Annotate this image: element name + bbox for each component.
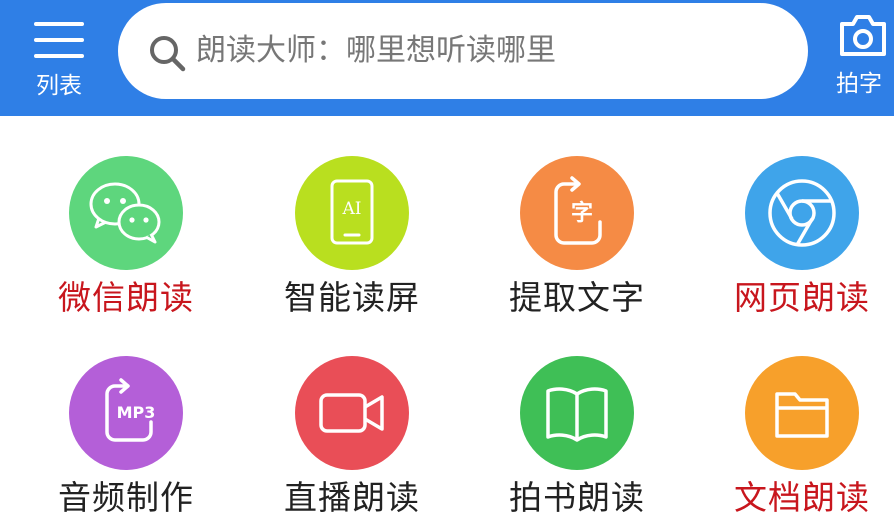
feature-live-read[interactable]: 直播朗读 xyxy=(252,356,452,526)
feature-label: 智能读屏 xyxy=(284,278,420,317)
feature-label: 网页朗读 xyxy=(734,278,870,317)
feature-photo-book-read[interactable]: 拍书朗读 xyxy=(477,356,677,526)
feature-icon-circle: 字 xyxy=(520,156,634,270)
svg-text:字: 字 xyxy=(571,200,593,226)
svg-text:AI: AI xyxy=(342,199,362,219)
feature-icon-circle: AI xyxy=(295,156,409,270)
wechat-icon xyxy=(89,182,161,244)
ai-phone-icon: AI xyxy=(330,179,374,245)
feature-icon-circle xyxy=(745,156,859,270)
feature-label: 提取文字 xyxy=(509,278,645,317)
hamburger-menu-icon xyxy=(34,22,84,58)
mp3-icon: MP3 xyxy=(105,378,156,442)
feature-label: 文档朗读 xyxy=(734,478,870,517)
open-book-icon xyxy=(546,387,608,442)
feature-label: 直播朗读 xyxy=(284,478,420,517)
feature-label: 拍书朗读 xyxy=(509,478,645,517)
search-placeholder: 朗读大师：哪里想听读哪里 xyxy=(196,33,556,68)
feature-icon-circle: MP3 xyxy=(69,356,183,470)
search-icon xyxy=(150,36,186,72)
svg-text:MP3: MP3 xyxy=(117,403,156,422)
menu-button[interactable]: 列表 xyxy=(18,8,100,104)
top-bar: 列表 朗读大师：哪里想听读哪里 拍字 xyxy=(0,0,894,116)
feature-document-read[interactable]: 文档朗读 xyxy=(702,356,894,526)
feature-label: 音频制作 xyxy=(58,478,194,517)
feature-label: 微信朗读 xyxy=(58,278,194,317)
folder-icon xyxy=(775,392,829,438)
camera-button[interactable]: 拍字 xyxy=(830,6,894,106)
feature-audio-make[interactable]: MP3 音频制作 xyxy=(26,356,226,526)
feature-icon-circle xyxy=(520,356,634,470)
feature-web-read[interactable]: 网页朗读 xyxy=(702,156,894,346)
feature-icon-circle xyxy=(69,156,183,270)
feature-wechat-read[interactable]: 微信朗读 xyxy=(26,156,226,346)
app-screen: 列表 朗读大师：哪里想听读哪里 拍字 微信朗读 AI 智能读屏 字 提取文字 网… xyxy=(0,0,894,526)
extract-text-icon: 字 xyxy=(554,176,602,245)
feature-icon-circle xyxy=(295,356,409,470)
search-bar[interactable]: 朗读大师：哪里想听读哪里 xyxy=(118,3,808,99)
camera-icon xyxy=(840,15,886,56)
feature-extract-text[interactable]: 字 提取文字 xyxy=(477,156,677,346)
camera-label: 拍字 xyxy=(836,71,882,97)
feature-smart-screen-read[interactable]: AI 智能读屏 xyxy=(252,156,452,346)
video-camera-icon xyxy=(319,393,384,433)
menu-label: 列表 xyxy=(36,73,82,99)
feature-icon-circle xyxy=(745,356,859,470)
browser-icon xyxy=(768,179,836,247)
